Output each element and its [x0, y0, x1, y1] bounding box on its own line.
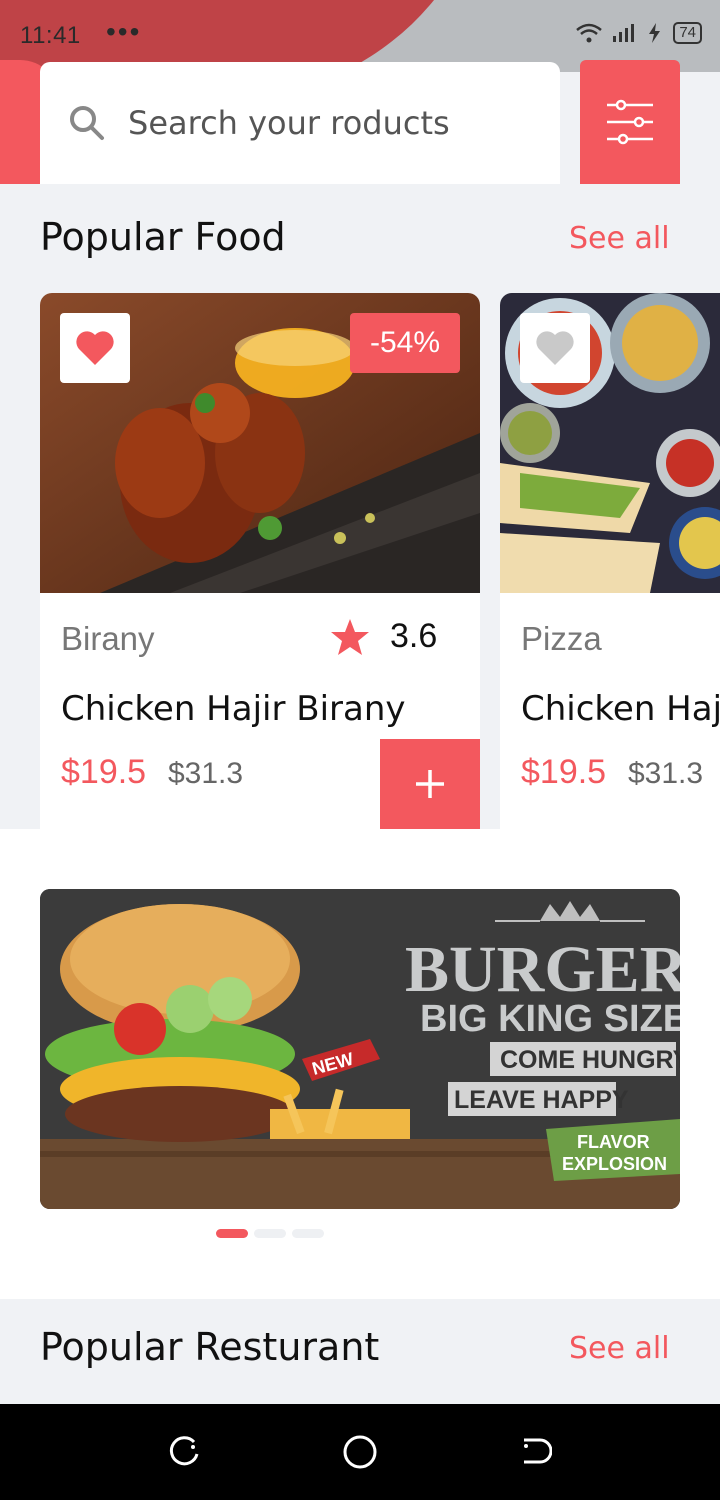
status-icons: 74 [575, 22, 702, 44]
food-old-price: $31.3 [628, 757, 704, 790]
search-bar[interactable] [40, 62, 560, 184]
star-icon [331, 618, 369, 655]
promo-banner[interactable]: NEW BURGER BIG KING SIZE COME HUNGRY LEA… [40, 889, 680, 1209]
popular-food-see-all[interactable]: See all [569, 221, 670, 256]
heart-icon [76, 331, 114, 365]
system-navigation-bar [0, 1404, 720, 1500]
food-category: Pizza [521, 620, 602, 657]
plus-icon [416, 770, 444, 798]
banner-badge-line1: FLAVOR [577, 1132, 650, 1152]
wifi-icon [576, 23, 603, 43]
pager-dot-active[interactable] [216, 1229, 248, 1238]
heart-icon [536, 331, 574, 365]
pager-dot[interactable] [292, 1229, 324, 1238]
filter-sliders-icon [607, 99, 653, 145]
favorite-button[interactable] [520, 313, 590, 383]
popular-food-section: Popular Food See all -54% Birany 3.6 Chi… [0, 184, 720, 829]
banner-tag2: LEAVE HAPPY [454, 1086, 629, 1114]
food-category: Birany [61, 620, 155, 657]
food-old-price: $31.3 [168, 757, 244, 790]
banner-badge-line2: EXPLOSION [562, 1154, 667, 1174]
food-rating: 3.6 [330, 617, 437, 656]
food-price: $19.5 [521, 753, 607, 791]
search-icon [70, 106, 104, 140]
banner-subline: BIG KING SIZE [420, 998, 680, 1040]
filter-button[interactable] [580, 60, 680, 184]
food-card[interactable]: -54% Birany 3.6 Chicken Hajir Birany $19… [40, 293, 480, 829]
rating-value: 3.6 [390, 617, 438, 655]
status-time: 11:41 [20, 22, 81, 49]
popular-food-title: Popular Food [40, 215, 286, 259]
banner-tag1: COME HUNGRY [500, 1046, 680, 1074]
search-input[interactable] [128, 104, 528, 142]
banner-pager [216, 1229, 324, 1238]
discount-badge: -54% [350, 313, 460, 373]
charging-icon [649, 23, 661, 43]
popular-restaurant-section: Popular Resturant See all [0, 1299, 720, 1404]
battery-icon: 74 [673, 22, 702, 44]
pager-dot[interactable] [254, 1229, 286, 1238]
food-name: Chicken Hajir Birany [61, 689, 406, 729]
favorite-button[interactable] [60, 313, 130, 383]
home-icon[interactable] [342, 1434, 378, 1470]
banner-headline: BURGER [405, 933, 680, 1006]
food-price: $19.5 [61, 753, 147, 791]
popular-restaurant-title: Popular Resturant [40, 1325, 380, 1369]
food-name: Chicken Hajir Birany [521, 689, 720, 729]
signal-icon [613, 24, 635, 42]
recent-apps-icon[interactable] [168, 1434, 202, 1468]
status-dots: ••• [106, 16, 142, 47]
add-to-cart-button[interactable] [380, 739, 480, 829]
back-icon[interactable] [518, 1434, 552, 1468]
popular-restaurant-see-all[interactable]: See all [569, 1331, 670, 1366]
banner-artwork: NEW BURGER BIG KING SIZE COME HUNGRY LEA… [40, 889, 680, 1209]
food-card[interactable]: Pizza Chicken Hajir Birany $19.5 $31.3 [500, 293, 720, 829]
